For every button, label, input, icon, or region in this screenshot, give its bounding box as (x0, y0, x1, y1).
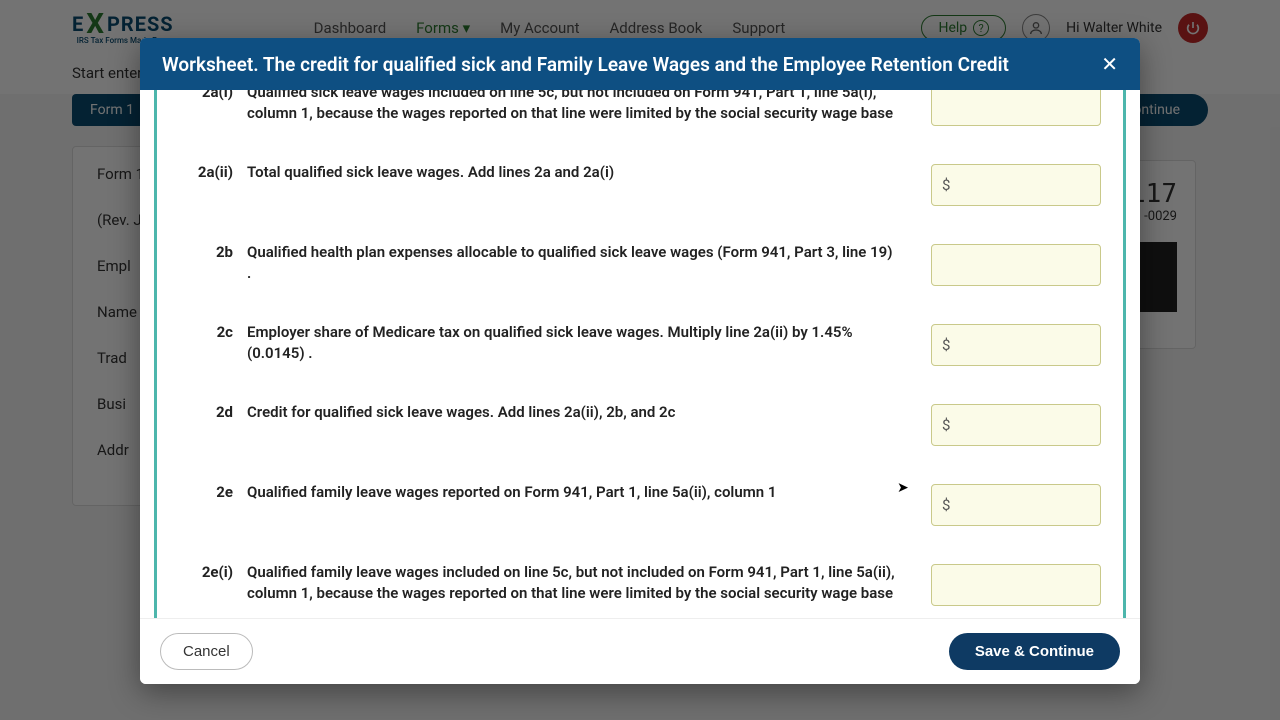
line-text: Qualified health plan expenses allocable… (247, 242, 917, 284)
modal-title: Worksheet. The credit for qualified sick… (162, 53, 1009, 76)
worksheet-line: 2e(i) Qualified family leave wages includ… (189, 544, 1101, 618)
line-id: 2e(i) (189, 562, 233, 581)
dollar-sign: $ (942, 336, 950, 354)
line-text: Qualified family leave wages reported on… (247, 482, 917, 503)
amount-input[interactable]: $ (931, 90, 1101, 126)
dollar-sign: $ (942, 176, 950, 194)
line-id: 2d (189, 402, 233, 421)
close-icon[interactable]: ✕ (1101, 52, 1118, 76)
line-id: 2b (189, 242, 233, 261)
amount-field[interactable] (956, 497, 1126, 514)
worksheet-line: 2a(i) Qualified sick leave wages included… (189, 90, 1101, 144)
save-continue-button[interactable]: Save & Continue (949, 633, 1120, 670)
amount-field[interactable] (956, 337, 1126, 354)
modal-scroll-area[interactable]: 2a(i) Qualified sick leave wages included… (154, 90, 1126, 618)
modal-header: Worksheet. The credit for qualified sick… (140, 38, 1140, 90)
amount-field[interactable] (956, 177, 1126, 194)
worksheet-line: 2c Employer share of Medicare tax on qual… (189, 304, 1101, 384)
amount-input[interactable]: $ (931, 484, 1101, 526)
cancel-button[interactable]: Cancel (160, 633, 253, 670)
amount-field[interactable] (956, 577, 1126, 594)
worksheet-line: 2d Credit for qualified sick leave wages.… (189, 384, 1101, 464)
line-id: 2c (189, 322, 233, 341)
modal-footer: Cancel Save & Continue (140, 618, 1140, 684)
amount-input[interactable]: $ (931, 404, 1101, 446)
amount-field[interactable] (956, 417, 1126, 434)
line-text: Total qualified sick leave wages. Add li… (247, 162, 917, 183)
line-id: 2e (189, 482, 233, 501)
amount-input[interactable]: $ (931, 164, 1101, 206)
amount-input[interactable]: $ (931, 324, 1101, 366)
line-id: 2a(ii) (189, 162, 233, 181)
amount-input[interactable]: $ (931, 564, 1101, 606)
dollar-sign: $ (942, 496, 950, 514)
line-text: Qualified sick leave wages included on l… (247, 90, 917, 124)
line-text: Employer share of Medicare tax on qualif… (247, 322, 917, 364)
line-text: Credit for qualified sick leave wages. A… (247, 402, 917, 423)
worksheet-line: 2e Qualified family leave wages reported … (189, 464, 1101, 544)
worksheet-line: 2b Qualified health plan expenses allocab… (189, 224, 1101, 304)
amount-input[interactable]: $ (931, 244, 1101, 286)
worksheet-modal: Worksheet. The credit for qualified sick… (140, 38, 1140, 684)
line-text: Qualified family leave wages included on… (247, 562, 917, 604)
dollar-sign: $ (942, 416, 950, 434)
amount-field[interactable] (956, 97, 1126, 114)
amount-field[interactable] (956, 257, 1126, 274)
line-id: 2a(i) (189, 90, 233, 101)
worksheet-line: 2a(ii) Total qualified sick leave wages. … (189, 144, 1101, 224)
